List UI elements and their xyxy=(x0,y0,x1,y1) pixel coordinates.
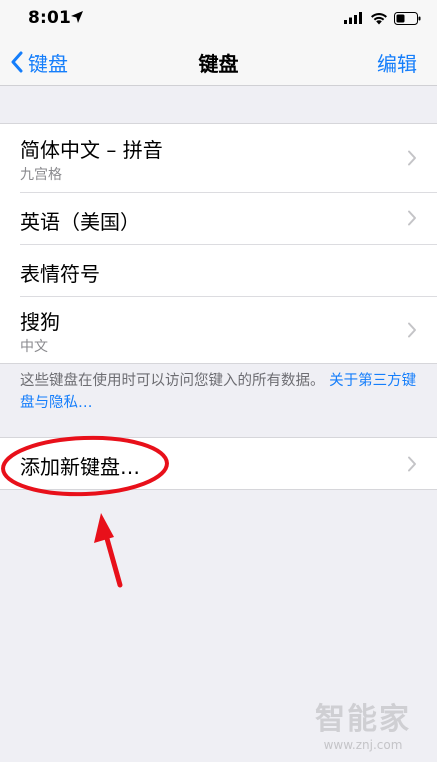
status-bar: 8:01 xyxy=(0,0,437,38)
watermark-brand: 智能家 xyxy=(315,702,411,737)
chevron-right-icon xyxy=(408,150,416,166)
cellular-signal-icon xyxy=(344,12,362,24)
battery-icon xyxy=(394,11,421,25)
keyboard-row-pinyin[interactable]: 简体中文 – 拼音 九宫格 xyxy=(0,124,437,192)
keyboard-title: 搜狗 xyxy=(20,310,60,334)
status-time: 8:01 xyxy=(28,8,72,28)
keyboard-title: 表情符号 xyxy=(20,262,100,286)
chevron-right-icon xyxy=(408,322,416,338)
keyboard-subtitle: 中文 xyxy=(20,339,48,355)
keyboard-row-emoji[interactable]: 表情符号 xyxy=(0,244,437,296)
privacy-note: 这些键盘在使用时可以访问您键入的所有数据。 关于第三方键盘与隐私… xyxy=(20,370,420,414)
add-keyboard-group: 添加新键盘… xyxy=(0,437,437,490)
watermark-url: www.znj.com xyxy=(323,738,403,752)
status-indicators xyxy=(344,9,421,27)
keyboard-row-sogou[interactable]: 搜狗 中文 xyxy=(0,296,437,363)
keyboard-title: 简体中文 – 拼音 xyxy=(20,138,163,162)
chevron-right-icon xyxy=(408,456,416,472)
navigation-bar: 键盘 键盘 编辑 xyxy=(0,38,437,86)
edit-button[interactable]: 编辑 xyxy=(377,38,417,86)
wifi-icon xyxy=(371,12,387,24)
keyboard-list: 简体中文 – 拼音 九宫格 英语（美国） 表情符号 搜狗 中文 xyxy=(0,123,437,364)
keyboard-title: 英语（美国） xyxy=(20,210,140,234)
watermark: 智能家 www.znj.com xyxy=(303,694,423,752)
chevron-right-icon xyxy=(408,210,416,226)
keyboard-subtitle: 九宫格 xyxy=(20,167,62,183)
pointer-arrow-icon xyxy=(94,513,123,588)
add-keyboard-label: 添加新键盘… xyxy=(20,455,140,479)
keyboard-row-english[interactable]: 英语（美国） xyxy=(0,192,437,244)
privacy-note-text: 这些键盘在使用时可以访问您键入的所有数据。 xyxy=(20,373,325,389)
add-keyboard-row[interactable]: 添加新键盘… xyxy=(0,438,437,489)
location-arrow-icon xyxy=(71,11,83,23)
page-title: 键盘 xyxy=(198,51,239,76)
